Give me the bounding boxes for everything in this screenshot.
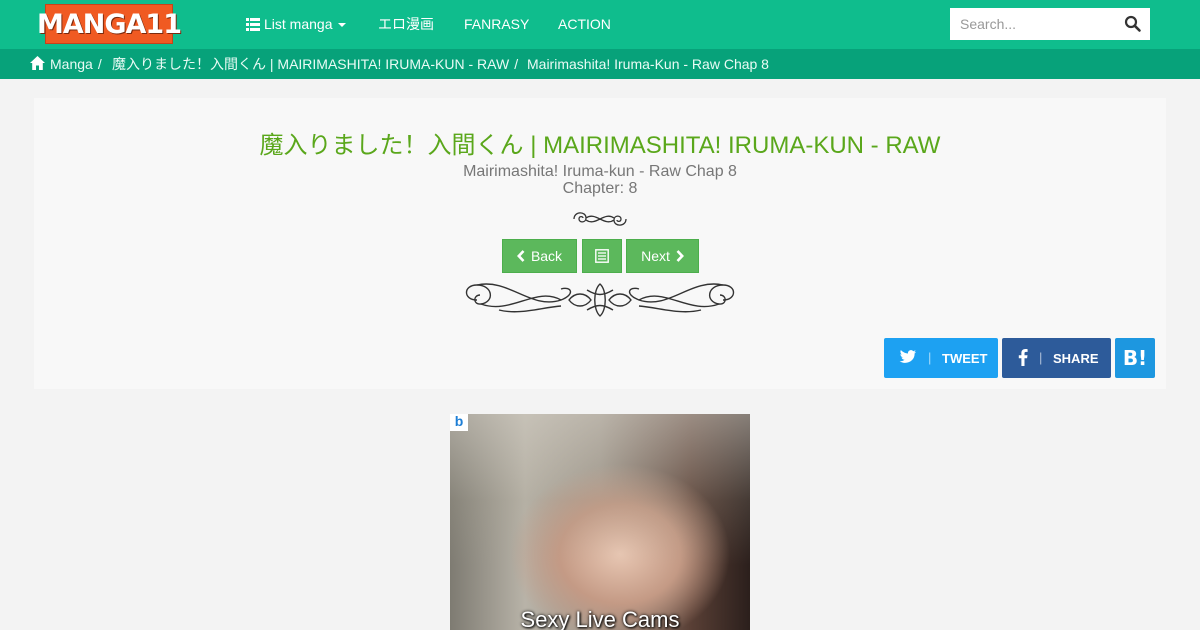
breadcrumb-item-chapter: Mairimashita! Iruma-Kun - Raw Chap 8: [527, 56, 769, 72]
caret-down-icon: [338, 23, 347, 27]
chapter-title: Mairimashita! Iruma-kun - Raw Chap 8: [463, 163, 737, 180]
next-button[interactable]: Next: [626, 239, 699, 273]
breadcrumb-item-label: Manga: [50, 56, 93, 72]
breadcrumb-item-label: 魔入りました！入間くん | MAIRIMASHITA! IRUMA-KUN - …: [112, 56, 510, 72]
back-button-label: Back: [530, 248, 563, 264]
ad-image: [450, 414, 750, 630]
search-input[interactable]: [950, 8, 1120, 40]
facebook-icon: [1018, 349, 1028, 366]
nav-fanrasy[interactable]: FANRASY: [464, 0, 529, 49]
hatena-icon: B!: [1122, 346, 1148, 370]
ad-banner[interactable]: b Sexy Live Cams: [450, 414, 750, 630]
list-alt-icon: [595, 249, 609, 263]
facebook-share-button[interactable]: | SHARE: [1002, 338, 1111, 378]
breadcrumb-item-series[interactable]: 魔入りました！入間くん | MAIRIMASHITA! IRUMA-KUN - …: [112, 49, 518, 79]
ornament-divider-large: [465, 283, 735, 317]
search-icon[interactable]: [1124, 15, 1142, 33]
ornament-divider-small: [573, 212, 627, 226]
back-button[interactable]: Back: [502, 239, 577, 273]
share-label: SHARE: [1053, 351, 1099, 366]
top-navbar: MANGA11 List manga エロ漫画 FANRASY ACTION: [0, 0, 1200, 49]
chapter-list-button[interactable]: [582, 239, 622, 273]
site-logo-text: MANGA11: [37, 8, 182, 40]
search-form: [950, 8, 1150, 40]
home-icon[interactable]: [30, 56, 45, 70]
chapter-number: Chapter: 8: [562, 180, 638, 197]
chapter-panel: 魔入りました！入間くん | MAIRIMASHITA! IRUMA-KUN - …: [34, 98, 1166, 389]
breadcrumb-item-manga[interactable]: Manga /: [50, 49, 102, 79]
nav-ero-manga[interactable]: エロ漫画: [378, 0, 434, 49]
chevron-right-icon: [676, 250, 684, 262]
ad-badge[interactable]: b: [450, 414, 468, 431]
manga-title[interactable]: 魔入りました！入間くん | MAIRIMASHITA! IRUMA-KUN - …: [34, 125, 1166, 160]
nav-list-manga-dropdown[interactable]: List manga: [246, 0, 347, 49]
list-icon: [246, 18, 260, 31]
next-button-label: Next: [641, 248, 670, 264]
breadcrumb: Manga / 魔入りました！入間くん | MAIRIMASHITA! IRUMA…: [0, 49, 1200, 79]
chevron-left-icon: [516, 250, 525, 262]
ad-caption: Sexy Live Cams: [520, 607, 680, 630]
tweet-label: TWEET: [942, 351, 988, 366]
tweet-button[interactable]: | TWEET: [884, 338, 998, 378]
nav-list-manga-label: List manga: [264, 16, 333, 32]
site-logo[interactable]: MANGA11: [37, 4, 182, 44]
hatena-bookmark-button[interactable]: B!: [1115, 338, 1155, 378]
nav-action[interactable]: ACTION: [558, 0, 611, 49]
twitter-icon: [899, 350, 916, 363]
